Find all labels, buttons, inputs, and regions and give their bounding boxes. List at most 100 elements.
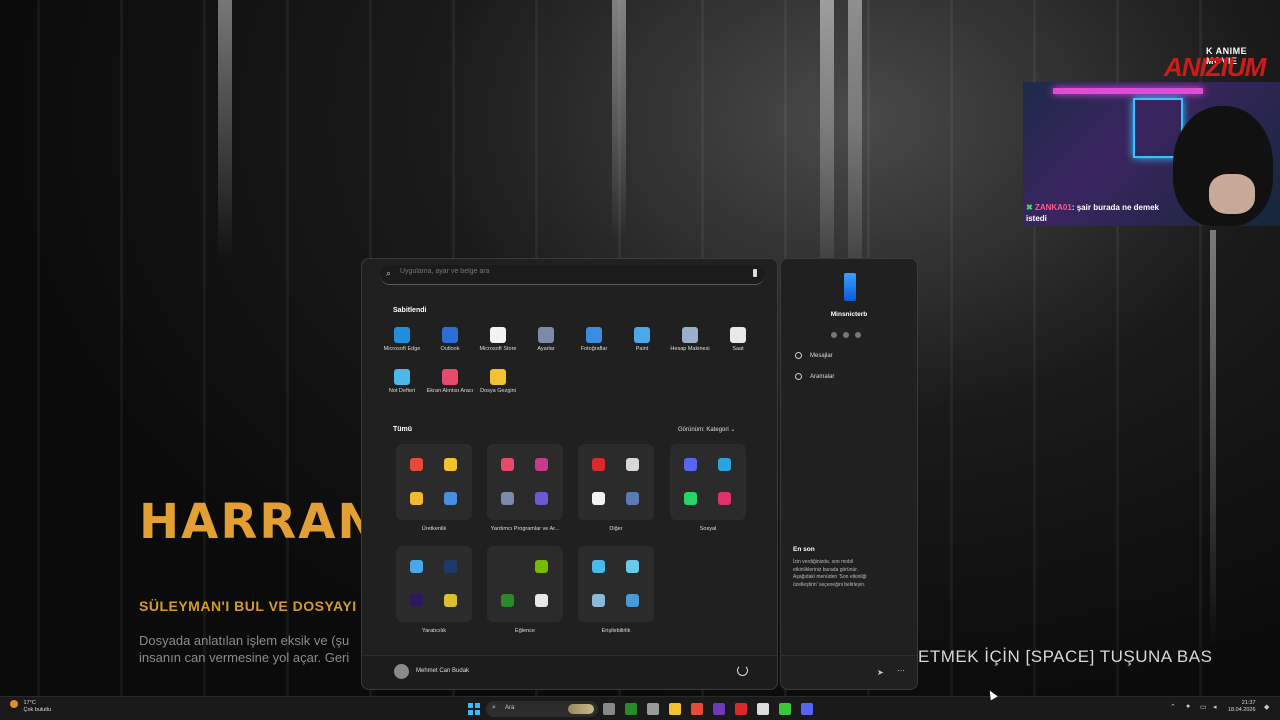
send-icon[interactable]: ➤	[877, 668, 884, 677]
keyboard-icon	[592, 594, 605, 607]
pinned-app[interactable]: Saat	[713, 327, 763, 353]
game-description: Dosyada anlatılan işlem eksik ve (şu ins…	[139, 632, 369, 666]
pinned-app[interactable]: Fotoğraflar	[569, 327, 619, 353]
pinned-app-label: Hesap Makinesi	[670, 346, 710, 352]
weather-widget[interactable]: 17°C Çok bulutlu	[10, 700, 51, 714]
search-highlight-image	[568, 704, 594, 714]
avatar[interactable]	[394, 664, 409, 679]
document-icon	[592, 492, 605, 505]
weather-temperature: 17°C	[23, 700, 36, 706]
discord-app-icon	[410, 492, 423, 505]
file-explorer-icon	[444, 458, 457, 471]
file-explorer-icon	[490, 369, 506, 385]
microphone-icon[interactable]: ●	[1186, 703, 1190, 710]
wifi-icon	[855, 332, 861, 338]
search-icon: ⌕	[386, 268, 392, 278]
phone-device-icon	[844, 273, 856, 301]
epic-games-icon	[501, 560, 514, 573]
paint-icon	[634, 327, 650, 343]
chrome-icon	[410, 458, 423, 471]
background-streak	[1210, 230, 1216, 650]
weather-icon	[10, 700, 18, 708]
streamer-face	[1209, 174, 1255, 214]
category-folder[interactable]	[487, 546, 563, 622]
winrar-icon	[535, 458, 548, 471]
pinned-app[interactable]: Microsoft Edge	[377, 327, 427, 353]
premiere-icon	[410, 594, 423, 607]
snipping-tool-icon	[501, 458, 514, 471]
chrome-icon[interactable]	[691, 703, 703, 715]
opera-icon[interactable]	[735, 703, 747, 715]
category-folder[interactable]	[396, 444, 472, 520]
pinned-app[interactable]: Hesap Makinesi	[665, 327, 715, 353]
category-folder[interactable]	[578, 546, 654, 622]
instagram-icon	[718, 492, 731, 505]
chat-username: ZANKA01	[1034, 203, 1072, 212]
all-apps-title: Tümü	[393, 426, 413, 433]
start-search-input[interactable]	[400, 268, 730, 275]
start-footer: Mehmet Can Budak	[362, 655, 777, 689]
snipping-tool-icon	[442, 369, 458, 385]
clock-icon	[730, 327, 746, 343]
clock-date: 18.04.2026	[1228, 707, 1256, 713]
pinned-app-label: Not Defteri	[388, 388, 416, 394]
pinned-app-label: Ayarlar	[537, 346, 555, 352]
devices-icon	[626, 492, 639, 505]
pinned-app-label: Paint	[635, 346, 649, 352]
chevron-up-icon[interactable]: ⌃	[1170, 703, 1176, 711]
pinned-app[interactable]: Outlook	[425, 327, 475, 353]
opera-icon	[592, 458, 605, 471]
pinned-app[interactable]: Paint	[617, 327, 667, 353]
power-icon[interactable]	[737, 665, 748, 676]
start-menu: ⌕ Sabitlendi Microsoft Edge Outlook Micros…	[361, 258, 778, 690]
start-search-box[interactable]: ⌕	[380, 265, 765, 285]
category-folder[interactable]	[670, 444, 746, 520]
settings-icon	[538, 327, 554, 343]
category-label: Sosyal	[699, 526, 717, 532]
pinned-app[interactable]: Not Defteri	[377, 369, 427, 395]
pinned-app-label: Ekran Alıntısı Aracı	[426, 388, 474, 394]
more-options-icon[interactable]: ⋯	[897, 666, 905, 675]
app-icon[interactable]	[757, 703, 769, 715]
phone-link-icon[interactable]	[753, 269, 757, 277]
category-label: Yaratıcılık	[421, 628, 447, 634]
category-label: Eğlence	[515, 628, 535, 634]
obs-icon[interactable]	[713, 703, 725, 715]
category-folder[interactable]	[487, 444, 563, 520]
task-view-icon[interactable]	[603, 703, 615, 715]
xbox-icon	[501, 594, 514, 607]
volume-icon[interactable]: ◂	[1213, 703, 1217, 711]
windows-start-icon[interactable]	[468, 703, 480, 715]
taskbar-clock[interactable]: 21:37 18.04.2026	[1228, 700, 1256, 714]
notification-icon[interactable]: ◆	[1264, 703, 1269, 711]
phone-status-icons	[831, 325, 871, 338]
taskbar-search-label: Ara	[505, 705, 515, 711]
store-icon	[490, 327, 506, 343]
recent-title: En son	[793, 546, 815, 553]
xbox-icon[interactable]	[625, 703, 637, 715]
user-name[interactable]: Mehmet Can Budak	[416, 668, 469, 674]
play-icon[interactable]	[779, 703, 791, 715]
messages-link[interactable]: Mesajlar	[795, 352, 833, 359]
weather-condition: Çok bulutlu	[23, 707, 52, 713]
settings-icon[interactable]	[647, 703, 659, 715]
discord-icon[interactable]	[801, 703, 813, 715]
pinned-app[interactable]: Ekran Alıntısı Aracı	[425, 369, 475, 395]
nvidia-icon	[535, 560, 548, 573]
calls-link[interactable]: Aramalar	[795, 373, 834, 380]
logo-text: ANIZIUM	[1164, 52, 1266, 82]
taskbar-search[interactable]: ⌕ Ara	[486, 701, 598, 717]
pinned-app[interactable]: Microsoft Store	[473, 327, 523, 353]
pinned-app-label: Saat	[732, 346, 744, 352]
category-label: Erişilebilirlik	[601, 628, 631, 634]
settings-icon	[501, 492, 514, 505]
view-mode-button[interactable]: Görünüm: Kategori ⌄	[678, 426, 735, 433]
pinned-app-label: Microsoft Edge	[383, 346, 421, 352]
pinned-app[interactable]: Ayarlar	[521, 327, 571, 353]
control-panel-icon	[444, 492, 457, 505]
file-explorer-icon[interactable]	[669, 703, 681, 715]
category-folder[interactable]	[396, 546, 472, 622]
pinned-app[interactable]: Dosya Gezgini	[473, 369, 523, 395]
network-icon[interactable]: ▭	[1200, 703, 1207, 711]
category-folder[interactable]	[578, 444, 654, 520]
